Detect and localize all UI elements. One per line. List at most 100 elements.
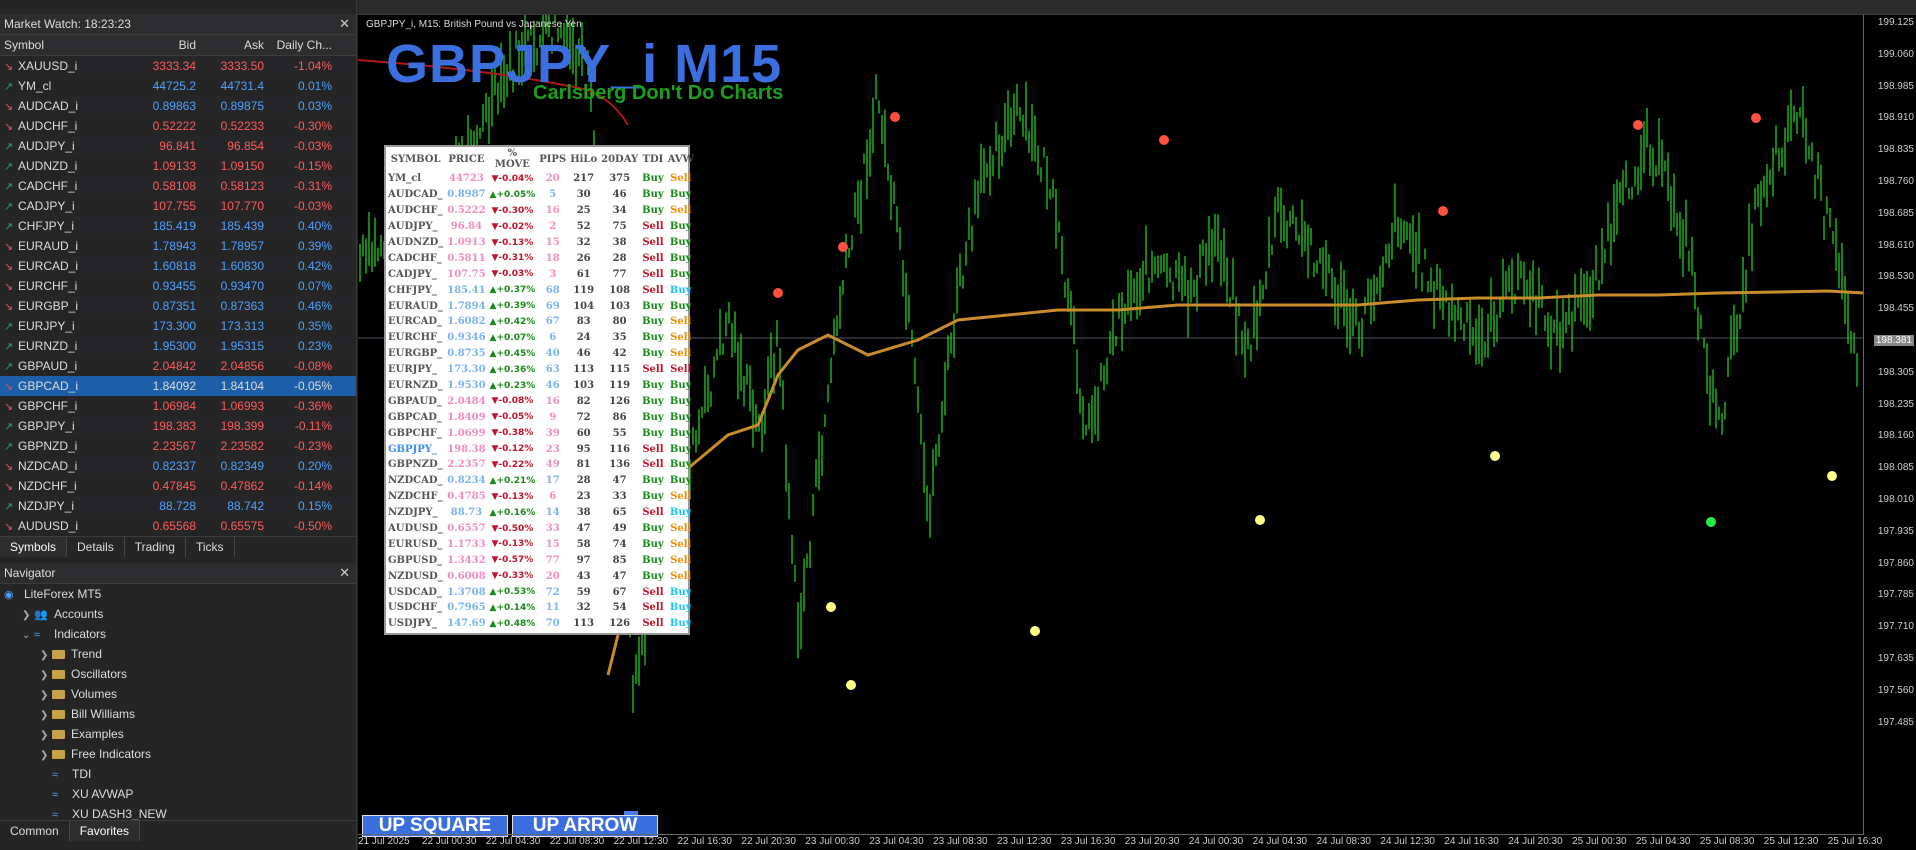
chevron-right-icon[interactable]: ❯ [40,746,52,766]
dash-symbol: USDCHF_ [388,602,443,614]
bid-cell: 173.300 [152,319,196,333]
symbol-cell: ↘ EURAUD_i [0,236,134,256]
dashboard-row: GBPCHF_ 1.0699 ▼-0.38% 39 60 55 Buy Buy [386,425,696,441]
navigator-item[interactable]: ❯ Examples [0,724,356,744]
bottom-signal-dot [1706,517,1716,527]
table-row[interactable]: ↘ NZDCHF_i 0.47845 0.47862 -0.14% [0,476,356,496]
dashboard-row: USDCHF_ 0.7965 ▲+0.14% 11 32 54 Sell Buy [386,600,696,616]
dash-avw: Buy [669,459,692,471]
navigator-item[interactable]: ❯ Oscillators [0,664,356,684]
table-row[interactable]: ↘ EURAUD_i 1.78943 1.78957 0.39% [0,236,356,256]
chart-window[interactable]: GBPJPY_i, M15: British Pound vs Japanese… [358,15,1916,850]
col-daily-change[interactable]: Daily Ch... [268,35,336,55]
navigator-item[interactable]: ◉ LiteForex MT5 [0,584,356,604]
col-symbol[interactable]: Symbol [0,35,134,55]
time-axis[interactable]: 21 Jul 2025 22 Jul 00:30 22 Jul 04:30 22 Ju… [358,834,1882,850]
ask-cell: 0.82349 [220,459,264,473]
navigator-item[interactable]: ❯ Volumes [0,684,356,704]
table-row[interactable]: ↗ CADJPY_i 107.755 107.770 -0.03% [0,196,356,216]
dash-price: 0.8234 [447,475,486,487]
dash-move: ▼-0.31% [488,250,538,266]
tab-trading[interactable]: Trading [125,537,186,557]
price-axis[interactable]: 199.125 199.060 198.985 198.910 198.835 198.7… [1863,15,1916,835]
chevron-right-icon[interactable]: ❯ [40,726,52,746]
navigator-item[interactable]: ❯ Free Indicators [0,744,356,764]
ask-cell: 0.89875 [220,99,264,113]
dash-tdi: Sell [642,364,664,376]
tab-symbols[interactable]: Symbols [0,537,68,557]
navigator-item[interactable]: ≈ TDI [0,764,356,784]
price-tick-label: 198.455 [1877,303,1914,315]
col-bid[interactable]: Bid [134,35,200,55]
change-cell: -0.50% [293,519,332,533]
tab-ticks[interactable]: Ticks [186,537,235,557]
symbol-name: AUDJPY_i [18,139,75,153]
dash-tdi: Sell [642,221,664,233]
table-row[interactable]: ↘ AUDCAD_i 0.89863 0.89875 0.03% [0,96,356,116]
top-signal-dot [773,288,783,298]
table-row[interactable]: ↘ AUDUSD_i 0.65568 0.65575 -0.50% [0,516,356,536]
table-row[interactable]: ↘ EURCAD_i 1.60818 1.60830 0.42% [0,256,356,276]
dash-pips: 39 [545,427,560,439]
table-row[interactable]: ↗ NZDJPY_i 88.728 88.742 0.15% [0,496,356,516]
price-tick-label: 198.305 [1877,366,1914,378]
table-row[interactable]: ↗ EURJPY_i 173.300 173.313 0.35% [0,316,356,336]
time-tick-label: 24 Jul 12:30 [1380,836,1435,847]
dash-move: ▼-0.50% [488,521,538,537]
dashboard-row: USDCAD_ 1.3708 ▲+0.53% 72 59 67 Sell Buy [386,584,696,600]
table-row[interactable]: ↗ YM_cl 44725.2 44731.4 0.01% [0,76,356,96]
table-row[interactable]: ↘ GBPCAD_i 1.84092 1.84104 -0.05% [0,376,356,396]
navigator-item[interactable]: ≈ XU AVWAP [0,784,356,804]
dash-price: 0.5222 [447,205,486,217]
change-cell: -1.04% [293,59,332,73]
dash-price: 0.8735 [447,348,486,360]
dash-move: ▼-0.05% [488,409,538,425]
chevron-right-icon[interactable]: ❯ [40,646,52,666]
navigator-tree: ◉ LiteForex MT5 ❯ 👥 Accounts ⌄ ≈ Indicators ❯ Tre… [0,584,356,824]
navigator-item[interactable]: ❯ Bill Williams [0,704,356,724]
chevron-right-icon[interactable]: ❯ [40,706,52,726]
dash-tdi: Buy [642,173,664,185]
close-icon[interactable]: ✕ [339,14,350,34]
tab-favorites[interactable]: Favorites [69,821,141,841]
chevron-right-icon[interactable]: ❯ [40,686,52,706]
chevron-down-icon[interactable]: ⌄ [22,626,34,646]
ask-cell: 0.58123 [220,179,264,193]
bid-cell: 0.87351 [152,299,196,313]
navigator-item[interactable]: ❯ 👥 Accounts [0,604,356,624]
table-row[interactable]: ↗ AUDNZD_i 1.09133 1.09150 -0.15% [0,156,356,176]
dash-move: ▲+0.14% [488,600,538,616]
chevron-right-icon[interactable]: ❯ [40,666,52,686]
table-row[interactable]: ↗ GBPNZD_i 2.23567 2.23582 -0.23% [0,436,356,456]
table-row[interactable]: ↘ EURCHF_i 0.93455 0.93470 0.07% [0,276,356,296]
arrow-down-icon: ↘ [4,61,14,73]
table-row[interactable]: ↘ EURGBP_i 0.87351 0.87363 0.46% [0,296,356,316]
table-row[interactable]: ↗ GBPJPY_i 198.383 198.399 -0.11% [0,416,356,436]
dash-move-value: +0.14% [496,602,536,613]
navigator-item[interactable]: ⌄ ≈ Indicators [0,624,356,644]
table-row[interactable]: ↗ GBPAUD_i 2.04842 2.04856 -0.08% [0,356,356,376]
table-row[interactable]: ↘ XAUUSD_i 3333.34 3333.50 -1.04% [0,56,356,76]
price-tick-label: 199.125 [1877,17,1914,28]
table-row[interactable]: ↘ GBPCHF_i 1.06984 1.06993 -0.36% [0,396,356,416]
dash-price: 1.9530 [447,380,486,392]
table-row[interactable]: ↗ CADCHF_i 0.58108 0.58123 -0.31% [0,176,356,196]
table-row[interactable]: ↘ NZDCAD_i 0.82337 0.82349 0.20% [0,456,356,476]
table-row[interactable]: ↗ AUDJPY_i 96.841 96.854 -0.03% [0,136,356,156]
dash-symbol: GBPNZD_ [388,459,443,471]
dash-hilo: 47 [576,523,591,535]
dash-price: 96.84 [450,221,483,233]
chevron-right-icon[interactable]: ❯ [22,606,34,626]
dash-pips: 16 [545,205,560,217]
table-row[interactable]: ↗ EURNZD_i 1.95300 1.95315 0.23% [0,336,356,356]
table-row[interactable]: ↘ AUDCHF_i 0.52222 0.52233 -0.30% [0,116,356,136]
table-row[interactable]: ↗ CHFJPY_i 185.419 185.439 0.40% [0,216,356,236]
navigator-item[interactable]: ❯ Trend [0,644,356,664]
tab-common[interactable]: Common [0,821,70,841]
dash-avw: Sell [670,205,692,217]
col-ask[interactable]: Ask [200,35,268,55]
close-icon[interactable]: ✕ [339,563,350,583]
terminal-icon: ◉ [4,589,14,601]
navigator-item-label: Bill Williams [71,707,135,721]
tab-details[interactable]: Details [67,537,125,557]
